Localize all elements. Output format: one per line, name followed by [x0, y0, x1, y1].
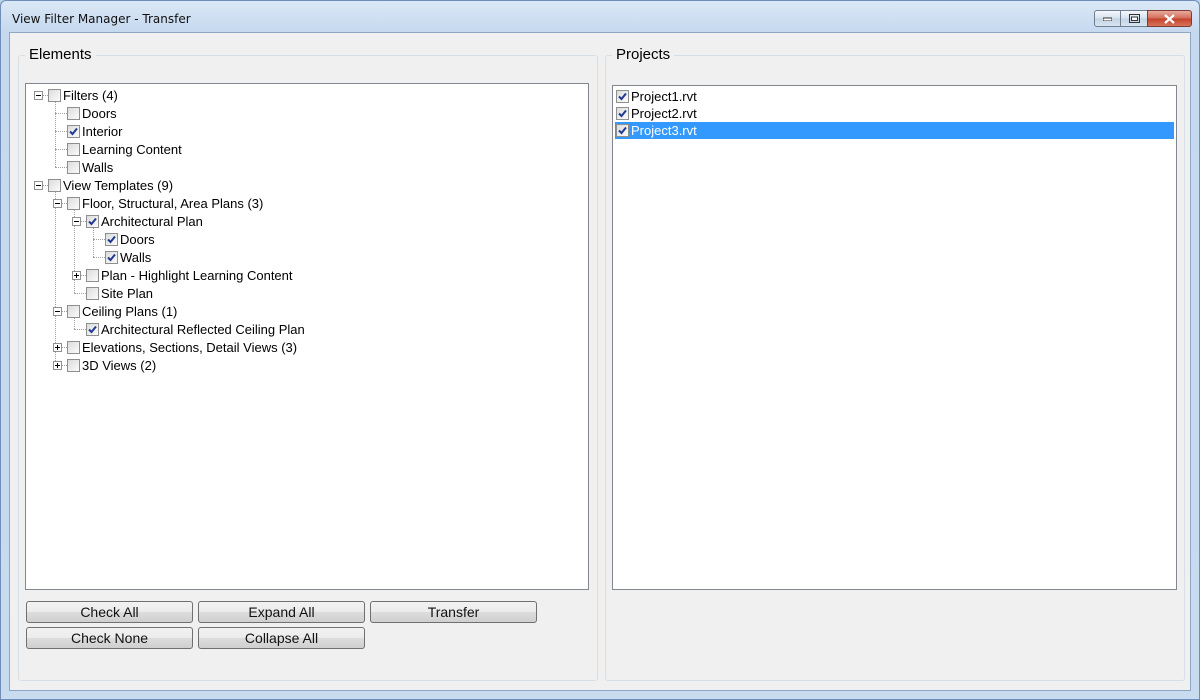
node-label: Doors	[120, 231, 155, 247]
tree-connector	[93, 226, 94, 257]
node-checkbox[interactable]	[86, 286, 99, 300]
node-checkbox[interactable]	[67, 106, 80, 120]
node-label: Architectural Reflected Ceiling Plan	[101, 321, 305, 337]
project-checkbox[interactable]	[616, 107, 629, 120]
collapse-node-icon[interactable]	[72, 217, 81, 226]
node-checkbox[interactable]	[67, 304, 80, 318]
transfer-button[interactable]: Transfer	[370, 601, 537, 623]
expand-all-button[interactable]: Expand All	[198, 601, 365, 623]
project-item[interactable]: Project1.rvt	[615, 88, 697, 105]
window-title: View Filter Manager - Transfer	[12, 12, 191, 26]
elements-group-label: Elements	[25, 46, 96, 63]
tree-node[interactable]: Filters (4)	[48, 86, 118, 104]
node-label: Site Plan	[101, 285, 154, 301]
node-label: Interior	[82, 123, 123, 139]
minimize-icon	[1103, 17, 1112, 21]
tree-node[interactable]: Plan - Highlight Learning Content	[86, 266, 293, 284]
project-checkbox[interactable]	[616, 124, 629, 137]
node-label: Floor, Structural, Area Plans (3)	[82, 195, 264, 211]
restore-button[interactable]	[1121, 10, 1147, 27]
node-checkbox[interactable]	[86, 268, 99, 282]
window-controls	[1094, 10, 1192, 27]
close-icon	[1164, 13, 1175, 24]
tree-connector	[55, 100, 56, 167]
check-none-button[interactable]: Check None	[26, 627, 193, 649]
tree-connector	[55, 113, 67, 114]
tree-connector	[55, 167, 67, 168]
tree-node[interactable]: Floor, Structural, Area Plans (3)	[67, 194, 263, 212]
node-label: Filters (4)	[63, 87, 118, 103]
node-label: Doors	[82, 105, 117, 121]
collapse-all-button[interactable]: Collapse All	[198, 627, 365, 649]
check-all-button[interactable]: Check All	[26, 601, 193, 623]
elements-tree[interactable]: Filters (4) Doors Interior Learning Content…	[25, 83, 589, 590]
app-window: View Filter Manager - Transfer Elements …	[0, 0, 1200, 700]
node-checkbox[interactable]	[86, 322, 99, 336]
project-label: Project3.rvt	[631, 123, 697, 138]
project-checkbox[interactable]	[616, 90, 629, 103]
node-checkbox[interactable]	[48, 88, 61, 102]
restore-icon	[1128, 14, 1140, 23]
project-item[interactable]: Project2.rvt	[615, 105, 697, 122]
node-label: Plan - Highlight Learning Content	[101, 267, 293, 283]
node-checkbox[interactable]	[67, 160, 80, 174]
node-label: View Templates (9)	[63, 177, 174, 193]
tree-connector	[74, 293, 86, 294]
tree-connector	[55, 190, 56, 365]
tree-node[interactable]: Doors	[105, 230, 155, 248]
collapse-node-icon[interactable]	[53, 199, 62, 208]
title-bar[interactable]: View Filter Manager - Transfer	[1, 1, 1199, 33]
tree-node[interactable]: 3D Views (2)	[67, 356, 156, 374]
tree-node[interactable]: Elevations, Sections, Detail Views (3)	[67, 338, 297, 356]
collapse-node-icon[interactable]	[53, 307, 62, 316]
tree-node[interactable]: Ceiling Plans (1)	[67, 302, 177, 320]
client-area: Elements Filters (4) Doors Interior Learnin…	[9, 32, 1191, 691]
project-item[interactable]: Project3.rvt	[615, 122, 1174, 139]
node-checkbox[interactable]	[67, 196, 80, 210]
tree-node[interactable]: View Templates (9)	[48, 176, 173, 194]
node-label: Elevations, Sections, Detail Views (3)	[82, 339, 298, 355]
close-button[interactable]	[1147, 10, 1192, 27]
node-label: Learning Content	[82, 141, 182, 157]
collapse-node-icon[interactable]	[34, 181, 43, 190]
tree-node[interactable]: Architectural Plan	[86, 212, 203, 230]
node-checkbox[interactable]	[48, 178, 61, 192]
node-label: Architectural Plan	[101, 213, 203, 229]
node-checkbox[interactable]	[67, 340, 80, 354]
projects-list[interactable]: Project1.rvt Project2.rvt Project3.rvt	[612, 85, 1177, 590]
node-checkbox[interactable]	[105, 232, 118, 246]
projects-group-label: Projects	[612, 46, 675, 63]
project-label: Project1.rvt	[631, 89, 697, 104]
expand-node-icon[interactable]	[53, 343, 62, 352]
tree-connector	[74, 329, 86, 330]
node-checkbox[interactable]	[67, 142, 80, 156]
node-label: 3D Views (2)	[82, 357, 157, 373]
tree-connector	[93, 239, 105, 240]
tree-connector	[55, 131, 67, 132]
tree-node[interactable]: Architectural Reflected Ceiling Plan	[86, 320, 305, 338]
node-label: Walls	[120, 249, 152, 265]
minimize-button[interactable]	[1094, 10, 1121, 27]
collapse-node-icon[interactable]	[34, 91, 43, 100]
node-checkbox[interactable]	[86, 214, 99, 228]
node-checkbox[interactable]	[67, 124, 80, 138]
tree-node[interactable]: Walls	[67, 158, 113, 176]
expand-node-icon[interactable]	[53, 361, 62, 370]
tree-node[interactable]: Site Plan	[86, 284, 153, 302]
expand-node-icon[interactable]	[72, 271, 81, 280]
tree-node[interactable]: Learning Content	[67, 140, 182, 158]
tree-connector	[93, 257, 105, 258]
node-label: Walls	[82, 159, 114, 175]
tree-node[interactable]: Doors	[67, 104, 117, 122]
tree-connector	[55, 149, 67, 150]
tree-node[interactable]: Walls	[105, 248, 151, 266]
project-label: Project2.rvt	[631, 106, 697, 121]
node-checkbox[interactable]	[67, 358, 80, 372]
node-checkbox[interactable]	[105, 250, 118, 264]
node-label: Ceiling Plans (1)	[82, 303, 178, 319]
tree-node[interactable]: Interior	[67, 122, 122, 140]
